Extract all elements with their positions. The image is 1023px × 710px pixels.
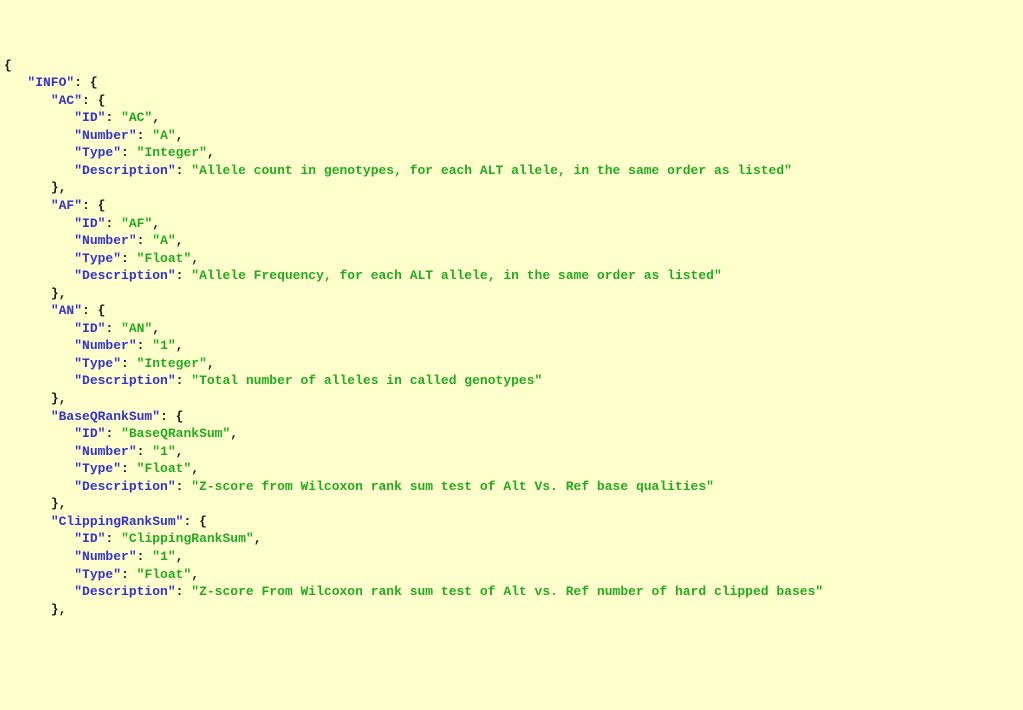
- json-code-block: { "INFO": { "AC": { "ID": "AC", "Number"…: [4, 57, 1019, 619]
